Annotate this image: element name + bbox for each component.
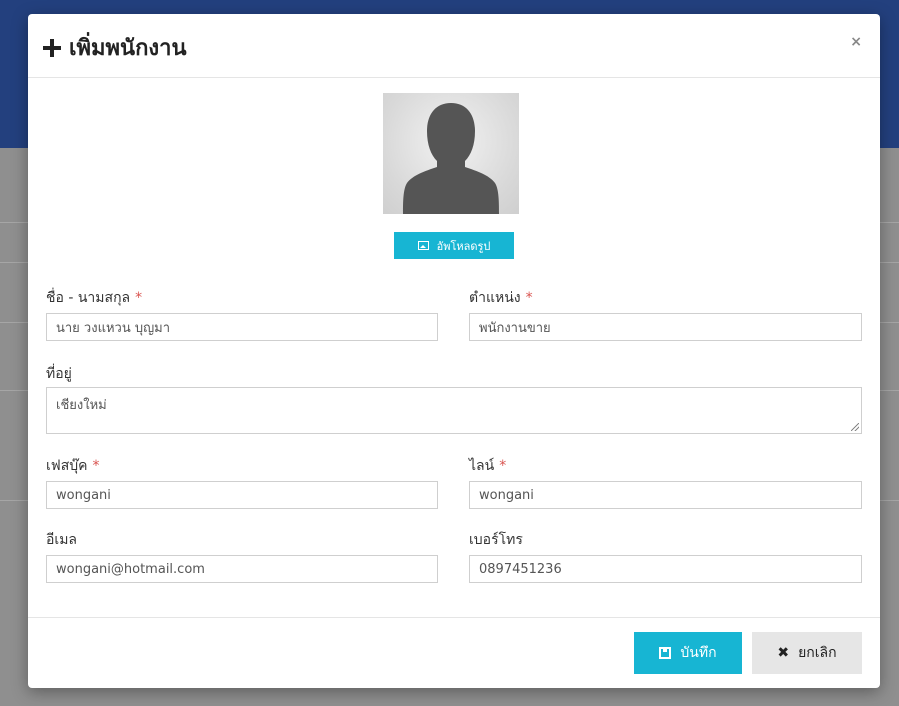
facebook-input[interactable] [46, 481, 438, 509]
position-input[interactable] [469, 313, 862, 341]
plus-icon [43, 38, 61, 57]
person-silhouette-icon [403, 103, 499, 214]
phone-label: เบอร์โทร [469, 529, 523, 551]
close-icon[interactable]: × [850, 34, 862, 50]
floppy-disk-icon [659, 647, 672, 659]
close-icon: ✖ [777, 645, 790, 661]
avatar-placeholder [383, 93, 519, 214]
address-label: ที่อยู่ [46, 363, 72, 385]
facebook-label: เฟสบุ๊ค * [46, 455, 100, 477]
modal-title: เพิ่มพนักงาน [43, 30, 187, 65]
upload-photo-button[interactable]: อัพโหลดรูป [394, 232, 514, 259]
facebook-label-text: เฟสบุ๊ค [46, 458, 88, 474]
modal-title-text: เพิ่มพนักงาน [69, 36, 187, 61]
required-marker: * [92, 458, 100, 474]
line-label-text: ไลน์ [469, 458, 495, 474]
phone-label-text: เบอร์โทร [469, 532, 523, 548]
phone-input[interactable] [469, 555, 862, 583]
modal-header: เพิ่มพนักงาน × [28, 14, 880, 78]
line-label: ไลน์ * [469, 455, 506, 477]
position-label-text: ตำแหน่ง [469, 290, 521, 306]
required-marker: * [525, 290, 533, 306]
address-value: เชียงใหม่ [56, 398, 107, 413]
cancel-button[interactable]: ✖ ยกเลิก [752, 632, 862, 674]
name-label-text: ชื่อ - นามสกุล [46, 290, 131, 306]
save-button-label: บันทึก [680, 645, 717, 661]
position-label: ตำแหน่ง * [469, 287, 533, 309]
address-label-text: ที่อยู่ [46, 366, 72, 382]
image-icon [417, 241, 429, 250]
add-employee-modal: เพิ่มพนักงาน × อัพโหลดรูป ชื่อ - นามสกุล… [28, 14, 880, 688]
cancel-button-label: ยกเลิก [798, 645, 837, 661]
save-button[interactable]: บันทึก [634, 632, 742, 674]
upload-photo-label: อัพโหลดรูป [436, 239, 491, 253]
email-label-text: อีเมล [46, 532, 78, 548]
required-marker: * [499, 458, 507, 474]
name-label: ชื่อ - นามสกุล * [46, 287, 142, 309]
line-input[interactable] [469, 481, 862, 509]
email-input[interactable] [46, 555, 438, 583]
name-input[interactable] [46, 313, 438, 341]
address-textarea[interactable]: เชียงใหม่ [46, 387, 862, 434]
required-marker: * [135, 290, 143, 306]
email-label: อีเมล [46, 529, 77, 551]
resize-handle[interactable] [851, 423, 859, 431]
